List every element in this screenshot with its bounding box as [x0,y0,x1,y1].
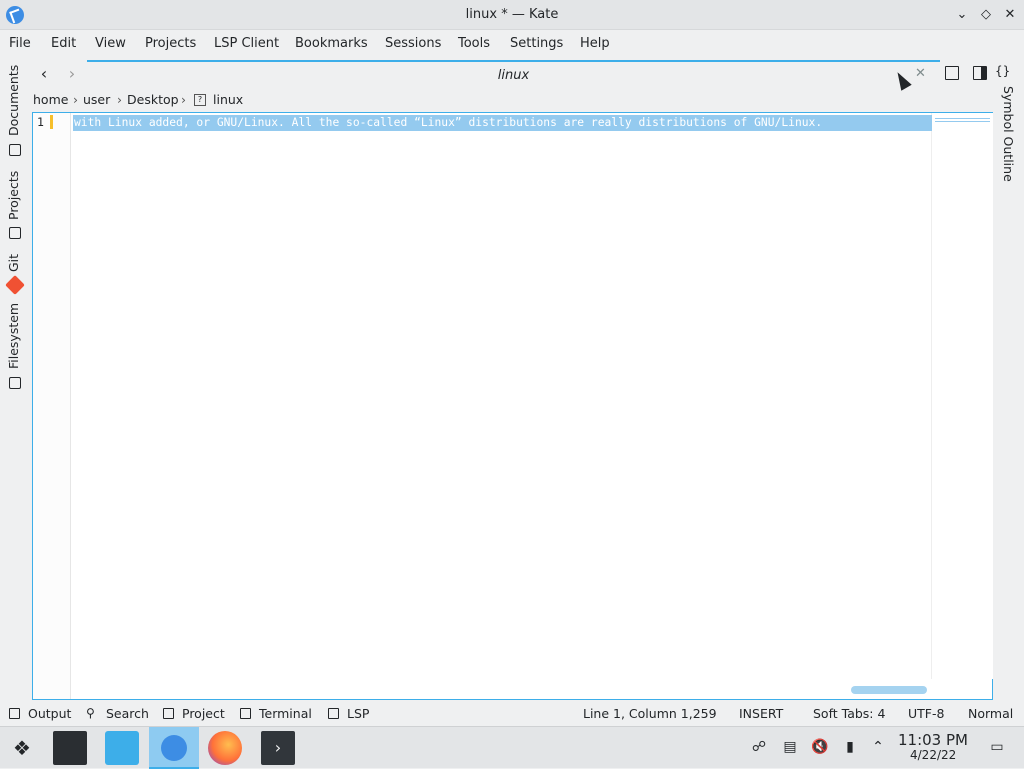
menu-file[interactable]: File [9,36,31,51]
split-view-icon[interactable] [973,66,987,80]
right-sidebar: {} Symbol Outline [994,60,1024,700]
sidebar-tab-documents[interactable]: Documents [6,65,21,136]
terminal-tab[interactable]: Terminal [259,706,312,721]
menu-edit[interactable]: Edit [51,36,76,51]
menu-bookmarks[interactable]: Bookmarks [295,36,368,51]
sidebar-tab-symbol-outline[interactable]: Symbol Outline [1001,86,1016,182]
close-button[interactable]: ✕ [1001,6,1019,24]
modified-line-marker [50,115,53,129]
indent-settings[interactable]: Soft Tabs: 4 [813,706,885,721]
menu-settings[interactable]: Settings [510,36,563,51]
discover-icon[interactable] [105,731,139,765]
chevron-right-icon: › [181,92,186,107]
clock-date[interactable]: 4/22/22 [910,748,956,762]
encoding[interactable]: UTF-8 [908,706,944,721]
sidebar-tab-filesystem[interactable]: Filesystem [6,303,21,369]
left-sidebar: Documents Projects Git Filesystem [0,60,30,700]
menu-view[interactable]: View [95,36,126,51]
sidebar-tab-projects[interactable]: Projects [6,171,21,220]
minimap[interactable] [933,113,993,679]
search-tab[interactable]: Search [106,706,149,721]
editor-view[interactable]: 1 with Linux added, or GNU/Linux. All th… [32,112,993,700]
menu-help[interactable]: Help [580,36,610,51]
horizontal-scrollbar[interactable] [851,686,927,694]
menu-bar: File Edit View Projects LSP Client Bookm… [0,30,1024,58]
status-bar: Output ⚲ Search Project Terminal LSP Lin… [0,702,1024,726]
output-icon [9,708,20,719]
breadcrumb-linux[interactable]: linux [213,92,243,107]
breadcrumb-user[interactable]: user [83,92,110,107]
application-launcher-icon[interactable]: ❖ [5,731,39,765]
back-arrow-icon[interactable]: ‹ [34,64,54,84]
output-tab[interactable]: Output [28,706,71,721]
chevron-right-icon: › [117,92,122,107]
chevron-up-icon[interactable]: ⌃ [870,739,886,755]
filesystem-icon [9,377,21,389]
project-icon [163,708,174,719]
system-settings-icon[interactable] [53,731,87,765]
text-area[interactable] [71,113,932,679]
minimize-button[interactable]: ⌄ [953,6,971,24]
terminal-icon [240,708,251,719]
firefox-icon[interactable] [208,731,242,765]
selected-text-line[interactable]: with Linux added, or GNU/Linux. All the … [73,115,932,131]
chevron-right-icon: › [73,92,78,107]
clipboard-icon[interactable]: ▤ [782,739,798,755]
cursor-position[interactable]: Line 1, Column 1,259 [583,706,717,721]
forward-arrow-icon[interactable]: › [62,64,82,84]
menu-tools[interactable]: Tools [458,36,490,51]
clock-time[interactable]: 11:03 PM [898,731,968,749]
kate-taskbar-button[interactable] [149,727,199,769]
breadcrumb-desktop[interactable]: Desktop [127,92,179,107]
lsp-tab[interactable]: LSP [347,706,369,721]
battery-icon[interactable]: ▮ [842,739,858,755]
show-desktop-icon[interactable]: ▭ [989,739,1005,755]
lsp-icon [328,708,339,719]
terminal-app-icon[interactable]: › [261,731,295,765]
tab-label: linux [497,68,530,83]
project-tab[interactable]: Project [182,706,225,721]
menu-sessions[interactable]: Sessions [385,36,441,51]
git-icon [5,275,25,295]
tab-close-icon[interactable]: ✕ [915,66,926,81]
breadcrumb-home[interactable]: home [33,92,68,107]
documents-icon [9,144,21,156]
unknown-file-icon: ? [194,94,206,106]
volume-muted-icon[interactable]: 🔇 [811,739,828,755]
maximize-button[interactable]: ◇ [977,6,995,24]
title-bar: linux * — Kate ⌄ ◇ ✕ [0,0,1024,30]
menu-projects[interactable]: Projects [145,36,196,51]
kate-icon [161,735,187,761]
tab-linux[interactable]: linux [87,60,940,88]
taskbar: ❖ › ☍ ▤ 🔇 ▮ ⌃ ▭ [0,726,1024,769]
projects-icon [9,227,21,239]
line-number-gutter: 1 [33,113,71,699]
menu-lsp-client[interactable]: LSP Client [214,36,279,51]
window-title: linux * — Kate [465,7,559,22]
edit-mode[interactable]: INSERT [739,706,783,721]
symbol-outline-icon: {} [995,64,1011,78]
minimap-line [935,118,990,122]
search-icon: ⚲ [86,706,95,720]
network-icon[interactable]: ☍ [751,739,767,755]
new-file-icon[interactable] [945,66,959,80]
input-mode[interactable]: Normal [968,706,1013,721]
sidebar-tab-git[interactable]: Git [6,254,21,272]
line-number: 1 [37,115,44,129]
